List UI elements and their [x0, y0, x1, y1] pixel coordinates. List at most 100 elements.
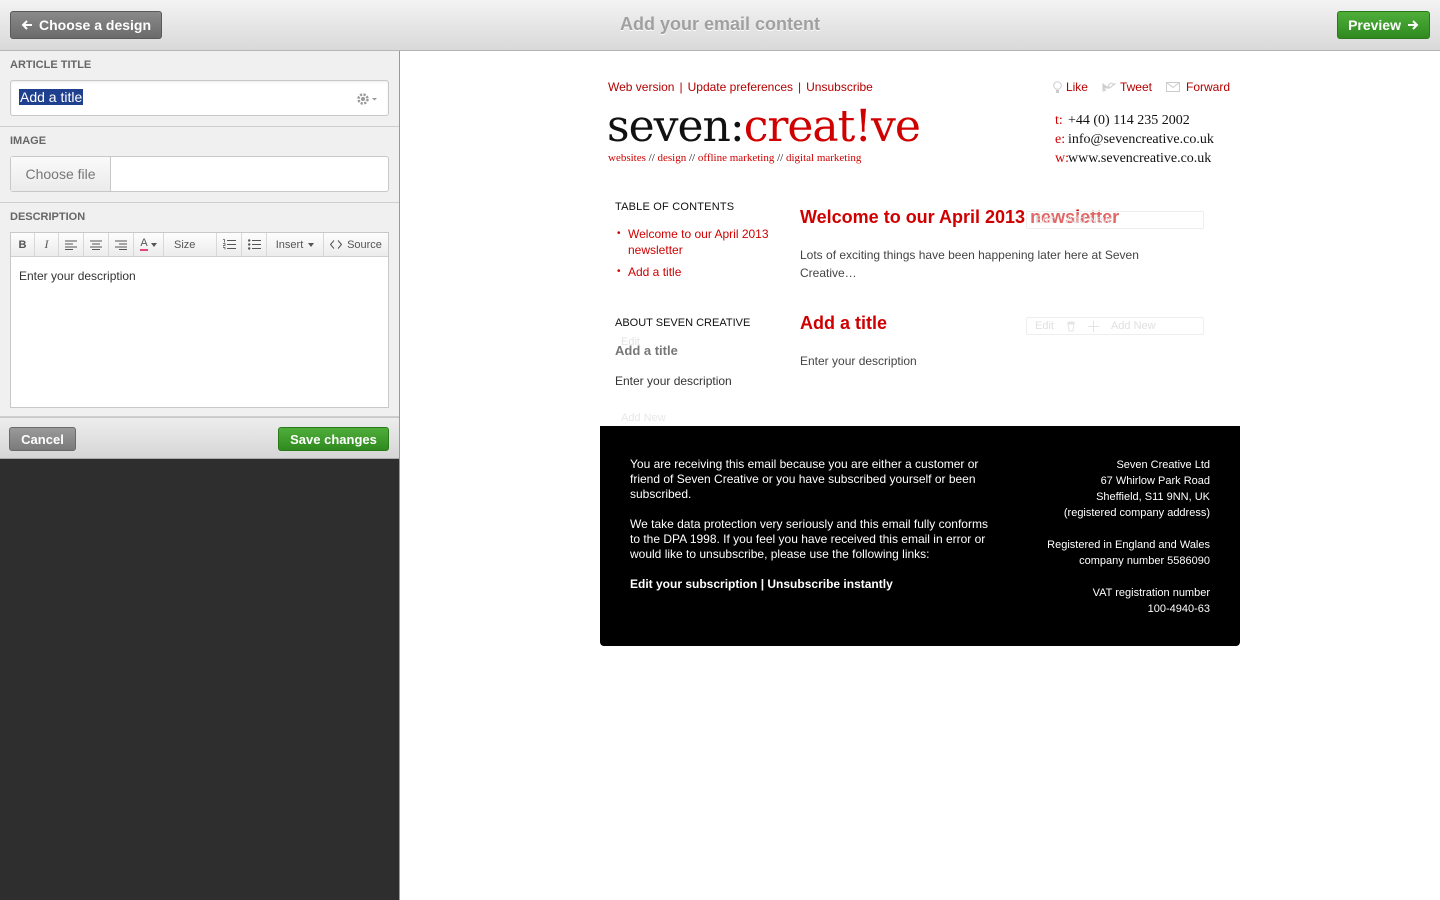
contact-key: w: — [1055, 151, 1069, 166]
trash-icon[interactable] — [1066, 321, 1076, 332]
article-block: Add a title Edit Add New Enter your desc… — [800, 313, 1210, 370]
email-top-links: Web version | Update preferences | Unsubscri… — [608, 80, 873, 94]
logo-part-black: seven: — [607, 101, 745, 152]
size-button[interactable]: Size — [164, 233, 217, 256]
align-right-button[interactable] — [109, 233, 134, 256]
caret-down-icon — [308, 242, 315, 247]
like-link[interactable]: Like — [1053, 80, 1088, 94]
toc-item[interactable]: Add a title — [615, 264, 785, 280]
choose-design-button[interactable]: Choose a design — [10, 11, 163, 39]
footer-paragraph: You are receiving this email because you… — [630, 457, 979, 501]
phone-value: +44 (0) 114 235 2002 — [1068, 113, 1190, 128]
company-name: Seven Creative Ltd — [1116, 459, 1210, 471]
text-color-button[interactable]: A — [134, 233, 164, 256]
web-value: www.sevencreative.co.uk — [1068, 151, 1212, 166]
company-info: Seven Creative Ltd 67 Whirlow Park Road … — [1010, 457, 1210, 633]
company-registration: Registered in England and Wales company … — [1010, 537, 1210, 569]
forward-link[interactable]: Forward — [1165, 80, 1230, 94]
about-title[interactable]: Add a title — [615, 343, 785, 358]
bullet-list-button[interactable] — [242, 233, 267, 256]
logo-part-red: creat!ve — [743, 101, 921, 152]
image-section: IMAGE Choose file — [0, 127, 399, 203]
italic-button[interactable]: I — [35, 233, 59, 256]
align-right-icon — [115, 240, 127, 250]
insert-button[interactable]: Insert — [267, 233, 324, 256]
tagline-separator: // — [689, 152, 696, 164]
social-links: Like Tweet Forward — [1053, 80, 1230, 94]
about-edit-button[interactable]: Edit — [621, 336, 640, 348]
about-add-new-button[interactable]: Add New — [621, 412, 666, 424]
contact-details: t: +44 (0) 114 235 2002 e: info@sevencreat… — [1055, 111, 1214, 168]
save-changes-button[interactable]: Save changes — [278, 427, 389, 451]
footer-links: Edit your subscription | Unsubscribe ins… — [630, 577, 1000, 592]
source-button[interactable]: Source — [324, 233, 388, 256]
contact-phone: t: +44 (0) 114 235 2002 — [1055, 111, 1214, 130]
tweet-label: Tweet — [1119, 80, 1152, 94]
description-textarea[interactable]: Enter your description — [11, 257, 388, 407]
tagline-digital-marketing: digital marketing — [785, 152, 862, 164]
toc-heading: TABLE OF CONTENTS — [615, 201, 735, 213]
preview-button[interactable]: Preview — [1337, 11, 1430, 39]
address-note: (registered company address) — [1063, 507, 1210, 519]
source-label: Source — [347, 238, 382, 251]
article-block: Welcome to our April 2013 newsletter Edi… — [800, 207, 1210, 282]
bullet-list-icon — [247, 239, 261, 250]
article-add-new-button[interactable]: Add New — [1111, 320, 1156, 332]
article-edit-button[interactable]: Edit — [1035, 320, 1054, 332]
vat-number: 100-4940-63 — [1147, 603, 1210, 615]
choose-design-label: Choose a design — [39, 17, 152, 33]
article-title-section: ARTICLE TITLE Add a title — [0, 51, 399, 127]
move-icon[interactable] — [1087, 320, 1099, 332]
contact-web: w:www.sevencreative.co.uk — [1055, 149, 1214, 168]
footer-link-separator: | — [760, 577, 765, 591]
registration-line: Registered in England and Wales — [1047, 539, 1210, 551]
bold-button[interactable]: B — [11, 233, 35, 256]
vat-label: VAT registration number — [1092, 587, 1210, 599]
image-file-input[interactable]: Choose file — [10, 156, 389, 192]
page-title: Add your email content — [619, 14, 821, 34]
article-body[interactable]: Lots of exciting things have been happen… — [800, 246, 1180, 282]
seven-creative-logo: seven:creat!ve — [607, 101, 921, 153]
article-toolbar: Edit Add New — [1026, 317, 1204, 335]
ordered-list-button[interactable] — [217, 233, 242, 256]
email-preview: Web version | Update preferences | Unsubscri… — [401, 51, 1440, 900]
caret-down-icon — [150, 242, 157, 247]
unsubscribe-instantly-link[interactable]: Unsubscribe instantly — [767, 577, 892, 591]
lightbulb-icon — [1053, 80, 1062, 93]
article-body[interactable]: Enter your description — [800, 352, 1180, 370]
tweet-link[interactable]: Tweet — [1102, 80, 1152, 94]
address-line: Sheffield, S11 9NN, UK — [1096, 491, 1210, 503]
description-section: DESCRIPTION B I A Size Insert Source Ent… — [0, 203, 399, 417]
email-value: info@sevencreative.co.uk — [1068, 132, 1214, 147]
about-description[interactable]: Enter your description — [615, 374, 785, 388]
about-heading: ABOUT SEVEN CREATIVE — [615, 317, 751, 329]
toc-list: Welcome to our April 2013 newsletter Add… — [615, 226, 785, 280]
article-title-input[interactable]: Add a title — [10, 80, 389, 116]
gear-icon[interactable] — [356, 91, 378, 107]
cancel-button[interactable]: Cancel — [9, 427, 76, 451]
address-line: 67 Whirlow Park Road — [1100, 475, 1210, 487]
editor-toolbar: B I A Size Insert Source — [11, 233, 388, 257]
toc-item[interactable]: Welcome to our April 2013 newsletter — [615, 226, 785, 258]
align-center-button[interactable] — [84, 233, 109, 256]
image-label: IMAGE — [10, 135, 47, 147]
unsubscribe-link[interactable]: Unsubscribe — [806, 80, 873, 94]
preview-label: Preview — [1348, 17, 1401, 33]
align-left-button[interactable] — [59, 233, 84, 256]
article-edit-button[interactable]: Edit — [1035, 214, 1054, 226]
about-section: ABOUT SEVEN CREATIVE Edit Add a title Ad… — [615, 317, 785, 424]
link-separator: | — [798, 80, 802, 94]
twitter-bird-icon — [1102, 82, 1116, 92]
tagline-separator: // — [777, 152, 784, 164]
code-icon — [330, 240, 343, 249]
email-canvas: Web version | Update preferences | Unsubscri… — [600, 51, 1240, 651]
description-editor: B I A Size Insert Source Enter your desc… — [10, 232, 389, 408]
choose-file-button[interactable]: Choose file — [11, 157, 111, 191]
web-version-link[interactable]: Web version — [608, 80, 674, 94]
forward-label: Forward — [1185, 80, 1230, 94]
article-add-new-button[interactable]: Add New — [1066, 214, 1111, 226]
update-preferences-link[interactable]: Update preferences — [688, 80, 793, 94]
tagline-separator: // — [648, 152, 655, 164]
edit-subscription-link[interactable]: Edit your subscription — [630, 577, 757, 591]
email-footer: You are receiving this email because you… — [600, 426, 1240, 646]
